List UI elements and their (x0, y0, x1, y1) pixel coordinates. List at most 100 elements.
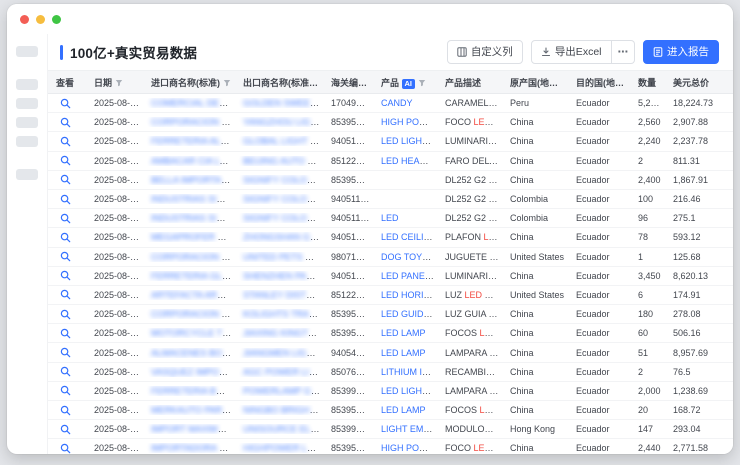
funnel-icon[interactable] (315, 79, 323, 89)
exporter-name-link[interactable]: YANGZHOU LIGHTING CO (243, 117, 323, 127)
importer-name-link[interactable]: MOTORCYCLE TRADE SA (151, 328, 235, 338)
importer-name-link[interactable]: CORPORACION ELECTRI (151, 117, 235, 127)
product-link[interactable]: LED LAMP (381, 405, 426, 415)
view-row-icon[interactable] (60, 213, 71, 224)
exporter-name-link[interactable]: GOLDEN SWEETS SAC (243, 98, 323, 108)
product-link[interactable]: HIGH POWER LED FOCO (381, 117, 437, 127)
importer-name-link[interactable]: ALMACENES BOYACA SA (151, 348, 235, 358)
exporter-name-link[interactable]: JIAXING KINGTOP IMP (243, 328, 323, 338)
importer-name-link[interactable]: INDUSTRIAS SIGMA SA (151, 213, 235, 223)
view-row-icon[interactable] (60, 289, 71, 300)
product-link[interactable]: HIGH POWER LED FOCO (381, 443, 437, 453)
exporter-name-link[interactable]: SIGNIFY COLOMBIANA (243, 194, 323, 204)
product-link[interactable]: LED HORIZONTAL LIGHT (381, 290, 437, 300)
exporter-name-link[interactable]: SHENZHEN PANEL LIGH (243, 271, 323, 281)
view-row-icon[interactable] (60, 347, 71, 358)
importer-name-link[interactable]: MEGAPROFER S.A. (151, 232, 235, 242)
importer-name-link[interactable]: FERRETERIA ALMACEN (151, 136, 235, 146)
importer-name-link[interactable]: IMPORT MAXIMO CIA SA (151, 424, 235, 434)
importer-name-link[interactable]: CORPORACION YWH CIA (151, 309, 235, 319)
exporter-name-link[interactable]: GLOBAL LIGHT CO LIMIT (243, 136, 323, 146)
sidebar-menu-item-placeholder[interactable] (16, 169, 38, 180)
exporter-name-link[interactable]: STANLEY DISTRIBUTION (243, 290, 323, 300)
more-actions-button[interactable]: ⋯ (612, 40, 636, 64)
view-row-icon[interactable] (60, 366, 71, 377)
view-row-icon[interactable] (60, 117, 71, 128)
sidebar-menu-item-placeholder[interactable] (16, 136, 38, 147)
view-row-icon[interactable] (60, 98, 71, 109)
exporter-name-link[interactable]: KOLIGHTS TRADING CO (243, 309, 323, 319)
customize-columns-button[interactable]: 自定义列 (447, 40, 523, 64)
view-row-icon[interactable] (60, 174, 71, 185)
product-link[interactable]: LED LIGHTING (381, 136, 437, 146)
column-header-origin[interactable]: 原产国(地区) (502, 76, 568, 89)
exporter-name-link[interactable]: NINGBO BRIGHT STAR (243, 405, 323, 415)
product-link[interactable]: LED HEADLIGHT (381, 156, 437, 166)
product-link[interactable]: LED LIGHT BULB (381, 386, 437, 396)
view-row-icon[interactable] (60, 155, 71, 166)
importer-name-link[interactable]: CORPORACION NESTLE (151, 252, 235, 262)
view-row-icon[interactable] (60, 443, 71, 454)
importer-name-link[interactable]: BELLA IMPORTACIONES (151, 175, 235, 185)
product-link[interactable]: LED LAMP (381, 328, 426, 338)
importer-name-link[interactable]: AMBACAR CIA LTDA (151, 156, 235, 166)
column-header-product[interactable]: 产品AI (373, 76, 437, 89)
maximize-window-button[interactable] (52, 15, 61, 24)
minimize-window-button[interactable] (36, 15, 45, 24)
funnel-icon[interactable] (418, 79, 426, 89)
exporter-name-link[interactable]: BEIJING AUTO LAMPS (243, 156, 323, 166)
exporter-name-link[interactable]: POWERLAMP GROUP LT (243, 386, 323, 396)
funnel-icon[interactable] (115, 79, 123, 89)
exporter-name-link[interactable]: ZHONGSHAN GUZHEN (243, 232, 323, 242)
importer-name-link[interactable]: FERRETERIA BOSCH SA (151, 386, 235, 396)
product-link[interactable]: LED (381, 213, 399, 223)
column-header-usd[interactable]: 美元总价 (665, 76, 733, 89)
view-row-icon[interactable] (60, 232, 71, 243)
view-row-icon[interactable] (60, 328, 71, 339)
column-header-importer[interactable]: 进口商名称(标准) (143, 76, 235, 89)
view-row-icon[interactable] (60, 136, 71, 147)
enter-report-button[interactable]: 进入报告 (643, 40, 719, 64)
exporter-name-link[interactable]: UNISOURCE ELECTRON (243, 424, 323, 434)
importer-name-link[interactable]: FERRETERIA GLOBAL SA (151, 271, 235, 281)
column-header-desc[interactable]: 产品描述 (437, 76, 502, 89)
exporter-name-link[interactable]: UNITED PETS GROUP (243, 252, 323, 262)
exporter-name-link[interactable]: SIGNIFY COLOMBIANA (243, 213, 323, 223)
product-link[interactable]: LED GUIDE LIGHT TRIM (381, 309, 437, 319)
product-link[interactable]: DOG TOY (381, 252, 431, 262)
column-header-hs[interactable]: 海关编码 (323, 76, 373, 89)
view-row-icon[interactable] (60, 251, 71, 262)
view-row-icon[interactable] (60, 309, 71, 320)
column-header-qty[interactable]: 数量 (630, 76, 665, 89)
importer-name-link[interactable]: VASQUEZ IMPORTADOR (151, 367, 235, 377)
exporter-name-link[interactable]: SIGNIFY COLOMBIANA (243, 175, 323, 185)
product-link[interactable]: LED CEILING LIGHT (381, 232, 437, 242)
view-row-icon[interactable] (60, 405, 71, 416)
product-link[interactable]: CANDY (381, 98, 413, 108)
view-row-icon[interactable] (60, 424, 71, 435)
importer-name-link[interactable]: INDUSTRIAS SIGMA SA (151, 194, 235, 204)
exporter-name-link[interactable]: HIGHPOWER LED CO LT (243, 443, 323, 453)
view-row-icon[interactable] (60, 194, 71, 205)
exporter-name-link[interactable]: JIANGMEN LIGHTING CO (243, 348, 323, 358)
product-link[interactable]: LITHIUM ION BATTERY (381, 367, 437, 377)
importer-name-link[interactable]: MERKAUTO PARTES SA (151, 405, 235, 415)
column-header-dest[interactable]: 目的国(地区) (568, 76, 630, 89)
importer-name-link[interactable]: COMERCIAL DEL VALLE S (151, 98, 235, 108)
funnel-icon[interactable] (223, 79, 231, 89)
close-window-button[interactable] (20, 15, 29, 24)
exporter-name-link[interactable]: AGC POWER LIMITED (243, 367, 323, 377)
view-row-icon[interactable] (60, 385, 71, 396)
export-excel-button[interactable]: 导出Excel (531, 40, 612, 64)
view-row-icon[interactable] (60, 270, 71, 281)
sidebar-menu-item-placeholder[interactable] (16, 79, 38, 90)
sidebar-menu-item-placeholder[interactable] (16, 117, 38, 128)
column-header-date[interactable]: 日期 (86, 76, 143, 89)
product-link[interactable]: LED PANEL LIGHT (381, 271, 437, 281)
product-link[interactable]: LIGHT EMITTING (381, 424, 437, 434)
importer-name-link[interactable]: IMPORTADORA REYES (151, 443, 235, 453)
importer-name-link[interactable]: ARTEFACTA ARAUJO SA (151, 290, 235, 300)
sidebar-menu-item-placeholder[interactable] (16, 98, 38, 109)
product-link[interactable]: LED LAMP (381, 348, 426, 358)
column-header-exporter[interactable]: 出口商名称(标准) (235, 76, 323, 89)
